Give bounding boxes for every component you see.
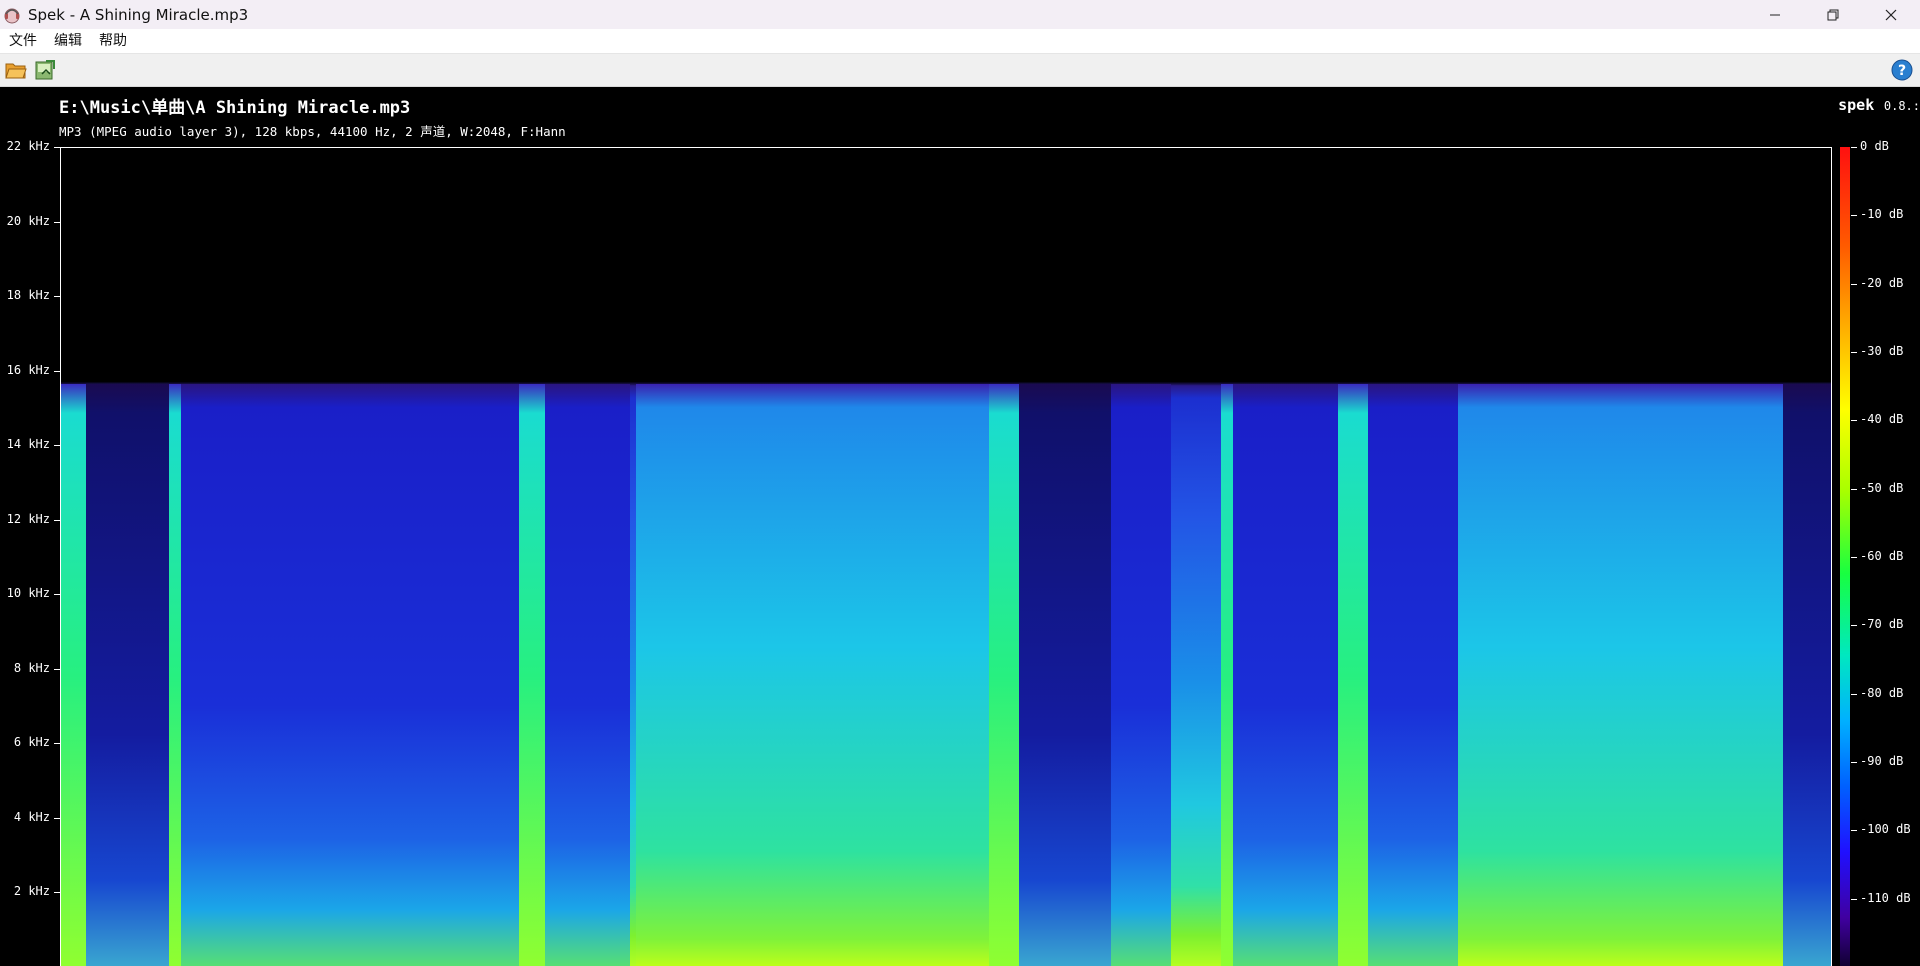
- spectrogram-band: [1233, 384, 1338, 966]
- db-tick-mark: [1851, 625, 1857, 627]
- help-icon[interactable]: ?: [1890, 58, 1914, 82]
- title-bar: Spek - A Shining Miracle.mp3: [0, 0, 1920, 29]
- db-colorbar: [1840, 147, 1850, 966]
- spectrogram-band: [1338, 384, 1368, 966]
- db-tick-mark: [1851, 420, 1857, 422]
- db-tick-mark: [1851, 762, 1857, 763]
- frequency-tick-label: 4 kHz: [13, 809, 50, 824]
- db-tick-label: -100 dB: [1860, 822, 1911, 837]
- brand-version: 0.8.:: [1883, 99, 1920, 113]
- db-tick-mark: [1851, 830, 1857, 832]
- close-button[interactable]: [1862, 0, 1920, 29]
- db-tick-label: -110 dB: [1860, 890, 1911, 905]
- db-tick-mark: [1851, 283, 1857, 285]
- spectrogram-band: [1221, 384, 1233, 966]
- frequency-tick-label: 6 kHz: [13, 735, 50, 750]
- spectrogram-band: [989, 384, 1019, 966]
- db-tick-label: -80 dB: [1860, 685, 1904, 700]
- minimize-icon: [1770, 14, 1780, 15]
- save-image-icon: [35, 60, 55, 80]
- window-title: Spek - A Shining Miracle.mp3: [28, 5, 249, 24]
- frequency-tick-label: 12 kHz: [6, 511, 50, 526]
- spectrogram-band: [169, 384, 181, 966]
- spectrogram-band: [636, 384, 994, 966]
- db-tick-mark: [1851, 147, 1857, 148]
- spectrogram-panel: E:\Music\单曲\A Shining Miracle.mp3 MP3 (M…: [0, 87, 1920, 966]
- db-tick-mark: [1851, 557, 1857, 558]
- db-tick-label: -30 dB: [1860, 344, 1904, 358]
- db-tick-label: 0 dB: [1860, 139, 1889, 153]
- spectrogram-band: [519, 384, 545, 966]
- db-tick-label: -60 dB: [1860, 549, 1904, 563]
- db-tick-label: -50 dB: [1860, 480, 1904, 495]
- window-controls: [1746, 0, 1920, 29]
- db-tick-mark: [1851, 215, 1857, 217]
- db-tick-label: -40 dB: [1860, 412, 1904, 427]
- open-button[interactable]: [3, 57, 29, 83]
- restore-icon: [1827, 9, 1839, 20]
- spectrogram-band: [1783, 384, 1831, 966]
- spectrogram-band: [1111, 384, 1171, 966]
- svg-text:?: ?: [1898, 63, 1906, 79]
- menu-edit[interactable]: 编辑: [45, 29, 90, 53]
- restore-button[interactable]: [1804, 0, 1862, 29]
- minimize-button[interactable]: [1746, 0, 1804, 29]
- frequency-tick-label: 14 kHz: [6, 437, 50, 452]
- spectrogram: [60, 147, 1832, 966]
- spectrogram-band: [61, 384, 86, 966]
- spectrogram-band: [1368, 384, 1463, 966]
- db-tick-label: -70 dB: [1860, 617, 1904, 632]
- db-tick-mark: [1851, 693, 1857, 695]
- spek-window: Spek - A Shining Miracle.mp3 文件 编辑 帮助 ? …: [0, 0, 1920, 966]
- toolbar: ?: [0, 54, 1920, 87]
- frequency-tick-label: 20 kHz: [6, 213, 50, 228]
- spectrogram-band: [86, 384, 171, 966]
- file-path: E:\Music\单曲\A Shining Miracle.mp3: [59, 98, 411, 118]
- spectrogram-band: [545, 384, 630, 966]
- spectrogram-band: [1019, 384, 1111, 966]
- brand-name: spek: [1838, 96, 1875, 114]
- db-tick-label: -20 dB: [1860, 275, 1904, 290]
- db-tick-label: -90 dB: [1860, 754, 1904, 768]
- frequency-tick-label: 18 kHz: [6, 288, 50, 303]
- save-button[interactable]: [32, 57, 58, 83]
- frequency-tick-label: 16 kHz: [6, 362, 50, 377]
- db-tick-mark: [1851, 352, 1857, 353]
- frequency-tick-label: 22 kHz: [6, 139, 50, 153]
- app-icon: [4, 8, 20, 23]
- menu-file[interactable]: 文件: [0, 29, 45, 53]
- db-tick-mark: [1851, 898, 1857, 900]
- open-folder-icon: [5, 63, 27, 79]
- frequency-tick-label: 2 kHz: [13, 884, 50, 899]
- frequency-tick-label: 10 kHz: [6, 586, 50, 601]
- spectrogram-band: [1458, 384, 1783, 966]
- close-icon: [1885, 9, 1897, 20]
- menu-help[interactable]: 帮助: [90, 29, 135, 53]
- menu-bar: 文件 编辑 帮助: [0, 29, 1920, 54]
- frequency-tick-label: 8 kHz: [13, 660, 50, 675]
- file-info: MP3 (MPEG audio layer 3), 128 kbps, 4410…: [59, 124, 566, 139]
- brand: spek 0.8.:: [1838, 95, 1920, 114]
- spectrogram-band: [181, 384, 526, 966]
- db-tick-mark: [1851, 488, 1857, 490]
- db-tick-label: -10 dB: [1860, 207, 1904, 222]
